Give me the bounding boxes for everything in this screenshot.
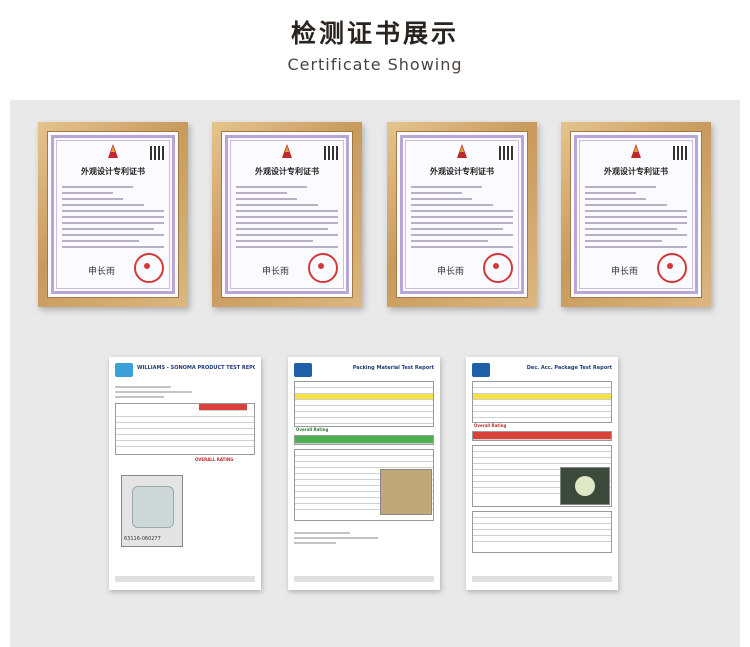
company-logo-icon [472, 363, 490, 377]
sample-photo [380, 469, 432, 515]
report-section-label: Overall Rating [474, 423, 507, 428]
report-table [294, 381, 434, 427]
certificate-title: 外观设计专利证书 [604, 166, 668, 176]
report-footer [472, 576, 612, 582]
certificate-text-lines [62, 182, 164, 252]
certificate-frame-1[interactable]: 外观设计专利证书 申长雨 [38, 122, 188, 307]
certificate-text-lines [236, 182, 338, 252]
certificate-document: 外观设计专利证书 申长雨 [47, 131, 179, 298]
fail-bar [473, 432, 611, 440]
report-footer [115, 576, 255, 582]
report-heading: Packing Material Test Report [352, 365, 434, 371]
report-section-label: OVERALL RATING [195, 457, 234, 462]
official-seal-icon [483, 253, 513, 283]
report-table [115, 403, 255, 455]
certificate-frame-4[interactable]: 外观设计专利证书 申长雨 [561, 122, 711, 307]
patent-logo-icon [108, 144, 118, 158]
official-seal-icon [308, 253, 338, 283]
page-subtitle: Certificate Showing [287, 55, 463, 74]
report-table [472, 381, 612, 423]
report-heading: WILLIAMS - SONOMA PRODUCT TEST REPORT [137, 365, 255, 371]
test-report-3[interactable]: Dec. Acc. Package Test Report Overall Ra… [466, 357, 618, 590]
rating-bar [472, 431, 612, 441]
certificate-signature: 申长雨 [262, 267, 290, 277]
pass-bar [295, 436, 433, 444]
report-footer [294, 576, 434, 582]
candle-jar-image [132, 486, 174, 528]
report-text-lines [115, 383, 255, 401]
report-heading: Dec. Acc. Package Test Report [526, 365, 612, 371]
certificate-document: 外观设计专利证书 申长雨 [570, 131, 702, 298]
certificate-document: 外观设计专利证书 申长雨 [221, 131, 353, 298]
report-section-label: Overall Rating [296, 427, 329, 432]
overall-rating-bar [198, 404, 248, 411]
certificate-title: 外观设计专利证书 [255, 166, 319, 176]
qr-code-icon [324, 146, 338, 160]
measurement-table [472, 511, 612, 553]
photo-label: 63116-060277 [124, 536, 161, 542]
certificate-document: 外观设计专利证书 申长雨 [396, 131, 528, 298]
patent-logo-icon [631, 144, 641, 158]
certificate-frame-2[interactable]: 外观设计专利证书 申长雨 [212, 122, 362, 307]
certificate-text-lines [411, 182, 513, 252]
report-text-lines [294, 529, 434, 547]
certificate-title: 外观设计专利证书 [81, 166, 145, 176]
candle-glow-image [575, 476, 595, 496]
test-report-1[interactable]: WILLIAMS - SONOMA PRODUCT TEST REPORT OV… [109, 357, 261, 590]
official-seal-icon [657, 253, 687, 283]
certificate-signature: 申长雨 [611, 267, 639, 277]
report-header: Dec. Acc. Package Test Report [472, 363, 612, 377]
certificate-text-lines [585, 182, 687, 252]
report-header: WILLIAMS - SONOMA PRODUCT TEST REPORT [115, 363, 255, 377]
patent-logo-icon [282, 144, 292, 158]
sample-photo: 63116-060277 [121, 475, 183, 547]
certificate-frame-3[interactable]: 外观设计专利证书 申长雨 [387, 122, 537, 307]
certificate-signature: 申长雨 [437, 267, 465, 277]
qr-code-icon [499, 146, 513, 160]
certificate-title: 外观设计专利证书 [430, 166, 494, 176]
mts-logo-icon [115, 363, 133, 377]
patent-logo-icon [457, 144, 467, 158]
report-header: Packing Material Test Report [294, 363, 434, 377]
rating-bar [294, 435, 434, 445]
official-seal-icon [134, 253, 164, 283]
qr-code-icon [150, 146, 164, 160]
qr-code-icon [673, 146, 687, 160]
certificate-signature: 申长雨 [88, 267, 116, 277]
sample-photo [560, 467, 610, 505]
company-logo-icon [294, 363, 312, 377]
page-title: 检测证书展示 [290, 19, 459, 48]
test-report-2[interactable]: Packing Material Test Report Overall Rat… [288, 357, 440, 590]
